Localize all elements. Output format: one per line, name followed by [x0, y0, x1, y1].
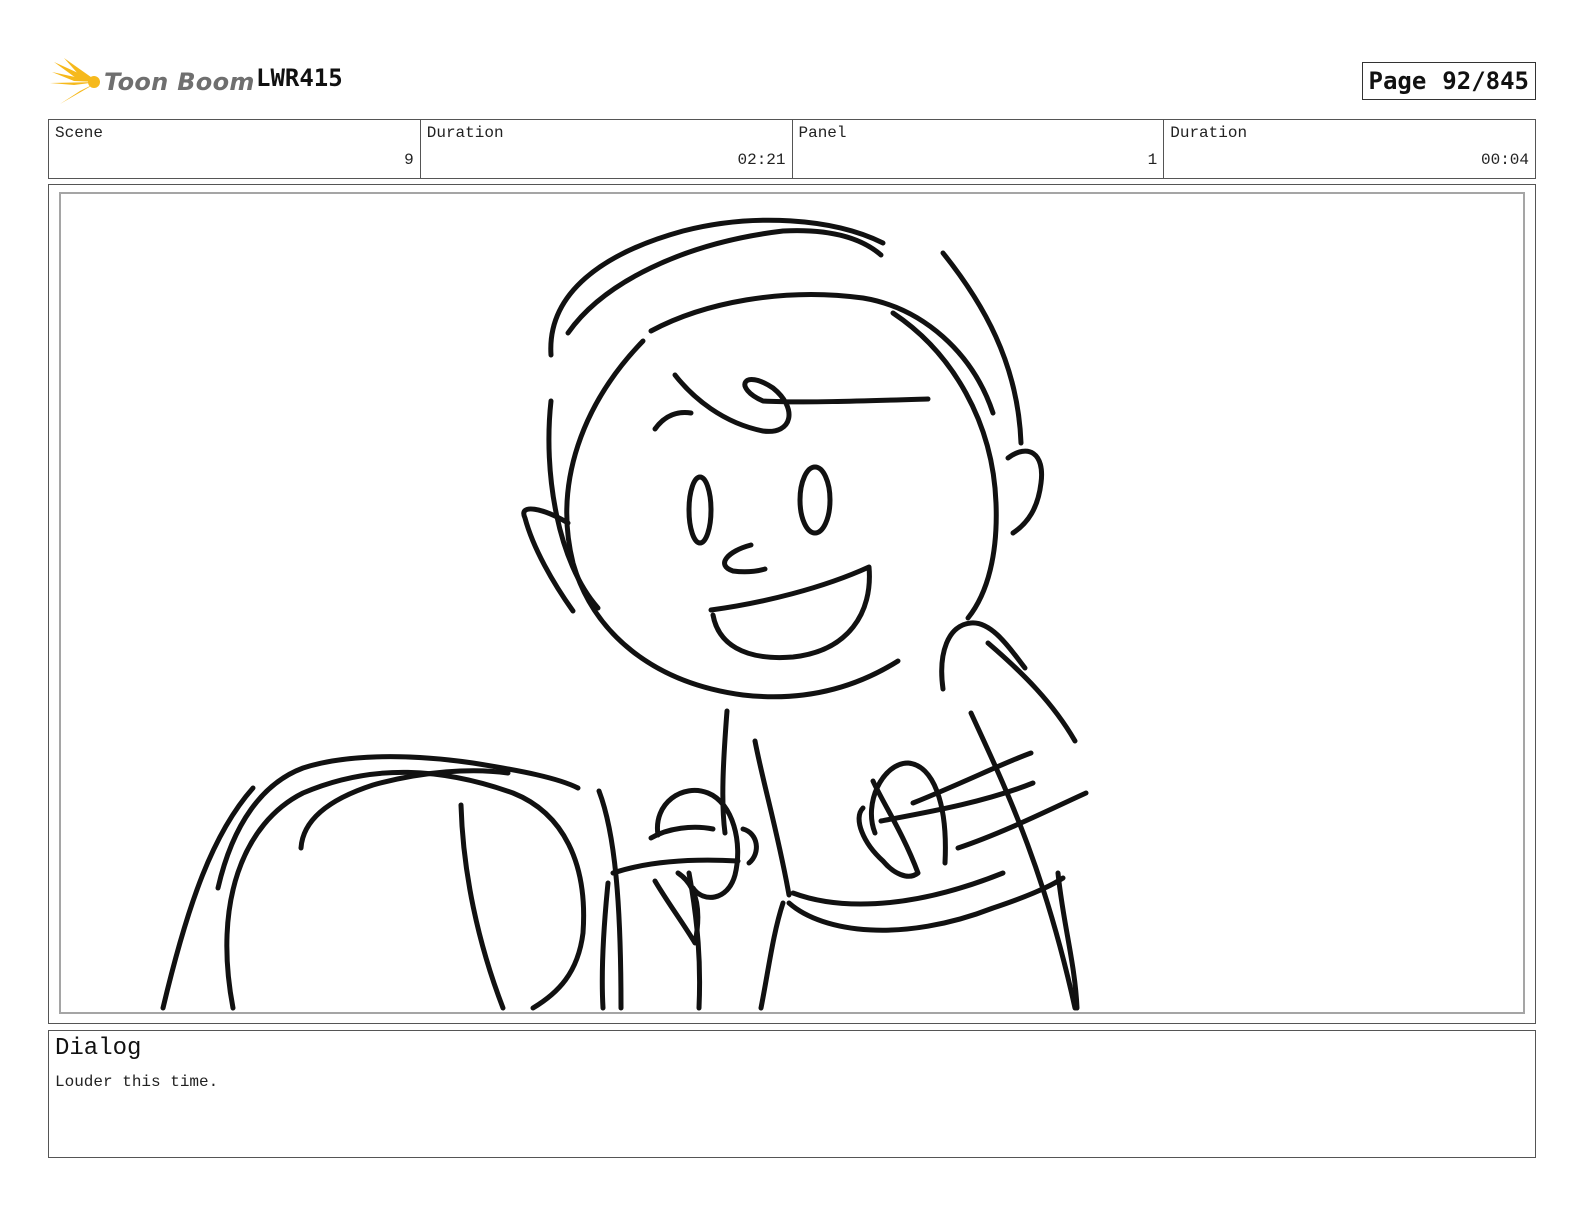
scene-duration-label: Duration [426, 124, 504, 142]
brand-name: Toon Boom [104, 68, 255, 96]
panel-duration-value: 00:04 [1480, 151, 1529, 169]
panel-duration-label: Duration [1170, 124, 1248, 142]
panel-label: Panel [798, 124, 847, 142]
storyboard-panel-frame [48, 184, 1536, 1024]
page-value: 92/845 [1442, 67, 1529, 95]
starburst-logo-icon [50, 58, 100, 104]
scene-cell: Scene 9 [49, 120, 421, 178]
panel-value: 1 [1147, 151, 1158, 169]
page-header: Toon Boom LWR415 Page 92/845 [48, 52, 1536, 112]
page-label: Page [1368, 67, 1427, 95]
scene-label: Scene [55, 124, 104, 142]
dialog-text: Louder this time. [55, 1073, 219, 1091]
project-code: LWR415 [256, 64, 343, 92]
panel-info-row: Scene 9 Duration 02:21 Panel 1 Duration … [48, 119, 1536, 179]
storyboard-panel [59, 192, 1525, 1014]
dialog-box: Dialog Louder this time. [48, 1030, 1536, 1158]
scene-duration-cell: Duration 02:21 [421, 120, 793, 178]
storyboard-sketch [160, 217, 1089, 1011]
toon-boom-logo: Toon Boom [50, 56, 254, 108]
scene-value: 9 [404, 151, 414, 169]
scene-duration-value: 02:21 [737, 151, 786, 169]
panel-duration-cell: Duration 00:04 [1164, 120, 1535, 178]
dialog-title: Dialog [55, 1035, 142, 1062]
panel-cell: Panel 1 [793, 120, 1165, 178]
page-counter: Page 92/845 [1361, 62, 1536, 100]
